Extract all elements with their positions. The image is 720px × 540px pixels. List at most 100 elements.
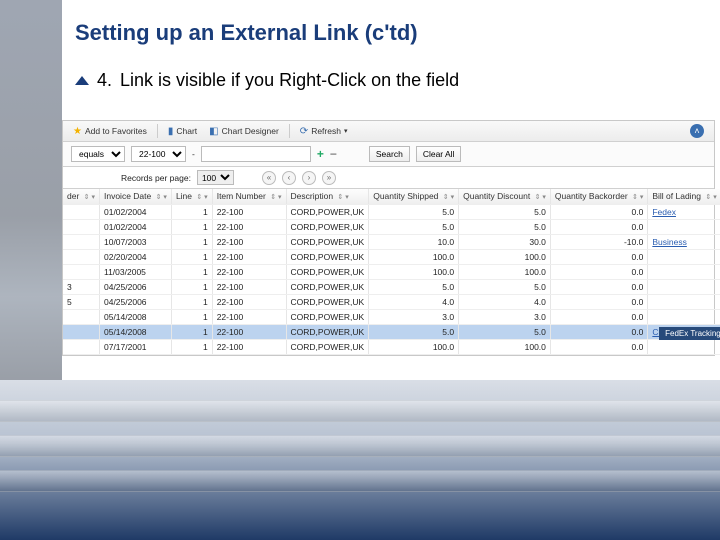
col-header[interactable]: Bill of Lading ⇕ ▾ (648, 189, 720, 204)
pager-bar: Records per page: 100 « ‹ › » (63, 167, 714, 189)
cell: CORD,POWER,UK (286, 204, 369, 219)
chart-designer-icon: ◧ (209, 126, 218, 137)
cell: 0.0 (550, 219, 647, 234)
cell: 1 (171, 294, 212, 309)
context-menu-fedex-tracking[interactable]: FedEx Tracking (659, 327, 720, 340)
col-header[interactable]: Description ⇕ ▾ (286, 189, 369, 204)
triangle-bullet-icon (75, 76, 89, 85)
cell: CORD,POWER,UK (286, 264, 369, 279)
bullet-number: 4. (97, 70, 112, 91)
cell: 11/03/2005 (99, 264, 171, 279)
table-row[interactable]: 05/14/2008122-100CORD,POWER,UK3.03.00.0 (63, 309, 720, 324)
first-page-button[interactable]: « (262, 171, 276, 185)
cell[interactable]: Fedex (648, 204, 720, 219)
cell (648, 264, 720, 279)
cell (648, 249, 720, 264)
bullet-4: 4. Link is visible if you Right-Click on… (75, 70, 700, 91)
table-row[interactable]: 11/03/2005122-100CORD,POWER,UK100.0100.0… (63, 264, 720, 279)
star-icon: ★ (73, 126, 82, 137)
cell: CORD,POWER,UK (286, 309, 369, 324)
cell: 3.0 (369, 309, 459, 324)
cell: 5.0 (459, 219, 551, 234)
col-header[interactable]: Invoice Date ⇕ ▾ (99, 189, 171, 204)
search-button[interactable]: Search (369, 146, 410, 162)
cell: 22-100 (212, 339, 286, 354)
cell: 4.0 (369, 294, 459, 309)
chart-designer-button[interactable]: ◧ Chart Designer (205, 125, 283, 138)
clear-all-button[interactable]: Clear All (416, 146, 462, 162)
bullet-text: Link is visible if you Right-Click on th… (120, 70, 459, 91)
table-row[interactable]: 05/14/2008122-100CORD,POWER,UK5.05.00.0C… (63, 324, 720, 339)
refresh-button[interactable]: ⟳ Refresh ▾ (296, 125, 352, 138)
add-filter-button[interactable]: + (317, 147, 324, 161)
col-header[interactable]: Line ⇕ ▾ (171, 189, 212, 204)
cell: 22-100 (212, 249, 286, 264)
cell (63, 264, 99, 279)
cell: 3 (63, 279, 99, 294)
table-row[interactable]: 02/20/2004122-100CORD,POWER,UK100.0100.0… (63, 249, 720, 264)
cell[interactable]: CCFFedEx Tracking (648, 324, 720, 339)
cell: 05/14/2008 (99, 324, 171, 339)
table-row[interactable]: 10/07/2003122-100CORD,POWER,UK10.030.0-1… (63, 234, 720, 249)
cell: 1 (171, 204, 212, 219)
cell: 22-100 (212, 279, 286, 294)
item-value-select[interactable]: 22-100 (131, 146, 186, 162)
cell: 22-100 (212, 219, 286, 234)
cell: 5.0 (459, 324, 551, 339)
table-row[interactable]: 504/25/2006122-100CORD,POWER,UK4.04.00.0 (63, 294, 720, 309)
col-header[interactable]: Quantity Discount ⇕ ▾ (459, 189, 551, 204)
cell: 5.0 (369, 324, 459, 339)
col-header[interactable]: Quantity Shipped ⇕ ▾ (369, 189, 459, 204)
cell: 5 (63, 294, 99, 309)
cell: 0.0 (550, 264, 647, 279)
slide-title: Setting up an External Link (c'td) (75, 20, 700, 46)
cell: 22-100 (212, 204, 286, 219)
cell: CORD,POWER,UK (286, 219, 369, 234)
col-header[interactable]: Item Number ⇕ ▾ (212, 189, 286, 204)
prev-page-button[interactable]: ‹ (282, 171, 296, 185)
cell: 01/02/2004 (99, 219, 171, 234)
cell (63, 339, 99, 354)
chart-icon: ▮ (168, 126, 174, 137)
cell: 05/14/2008 (99, 309, 171, 324)
table-row[interactable]: 01/02/2004122-100CORD,POWER,UK5.05.00.0F… (63, 204, 720, 219)
condition-select[interactable]: equals (71, 146, 125, 162)
chart-button[interactable]: ▮ Chart (164, 125, 201, 138)
table-row[interactable]: 01/02/2004122-100CORD,POWER,UK5.05.00.0 (63, 219, 720, 234)
cell (648, 339, 720, 354)
records-per-page-select[interactable]: 100 (197, 170, 234, 185)
cell: 5.0 (369, 204, 459, 219)
cell: 0.0 (550, 294, 647, 309)
cell: 10.0 (369, 234, 459, 249)
cell: 04/25/2006 (99, 294, 171, 309)
cell: 0.0 (550, 324, 647, 339)
table-row[interactable]: 304/25/2006122-100CORD,POWER,UK5.05.00.0 (63, 279, 720, 294)
remove-filter-button[interactable]: − (330, 147, 337, 161)
cell: 22-100 (212, 234, 286, 249)
top-toolbar: ★ Add to Favorites ▮ Chart ◧ Chart Desig… (63, 121, 714, 142)
cell[interactable]: Business (648, 234, 720, 249)
next-page-button[interactable]: › (302, 171, 316, 185)
add-favorites-button[interactable]: ★ Add to Favorites (69, 125, 151, 138)
cell: 22-100 (212, 294, 286, 309)
cell: 04/25/2006 (99, 279, 171, 294)
cell: 0.0 (550, 249, 647, 264)
cell: 3.0 (459, 309, 551, 324)
cell: 1 (171, 309, 212, 324)
col-header[interactable]: Quantity Backorder ⇕ ▾ (550, 189, 647, 204)
collapse-button[interactable]: ˄ (690, 124, 704, 138)
cell: 100.0 (369, 339, 459, 354)
cell: 5.0 (459, 204, 551, 219)
cell: 1 (171, 339, 212, 354)
cell: 1 (171, 264, 212, 279)
cell: 100.0 (459, 339, 551, 354)
filter-value-input[interactable] (201, 146, 311, 162)
last-page-button[interactable]: » (322, 171, 336, 185)
cell: CORD,POWER,UK (286, 279, 369, 294)
cell: 0.0 (550, 204, 647, 219)
col-header[interactable]: der ⇕ ▾ (63, 189, 99, 204)
cell: 5.0 (369, 219, 459, 234)
table-row[interactable]: 07/17/2001122-100CORD,POWER,UK100.0100.0… (63, 339, 720, 354)
cell: 02/20/2004 (99, 249, 171, 264)
cell (63, 324, 99, 339)
